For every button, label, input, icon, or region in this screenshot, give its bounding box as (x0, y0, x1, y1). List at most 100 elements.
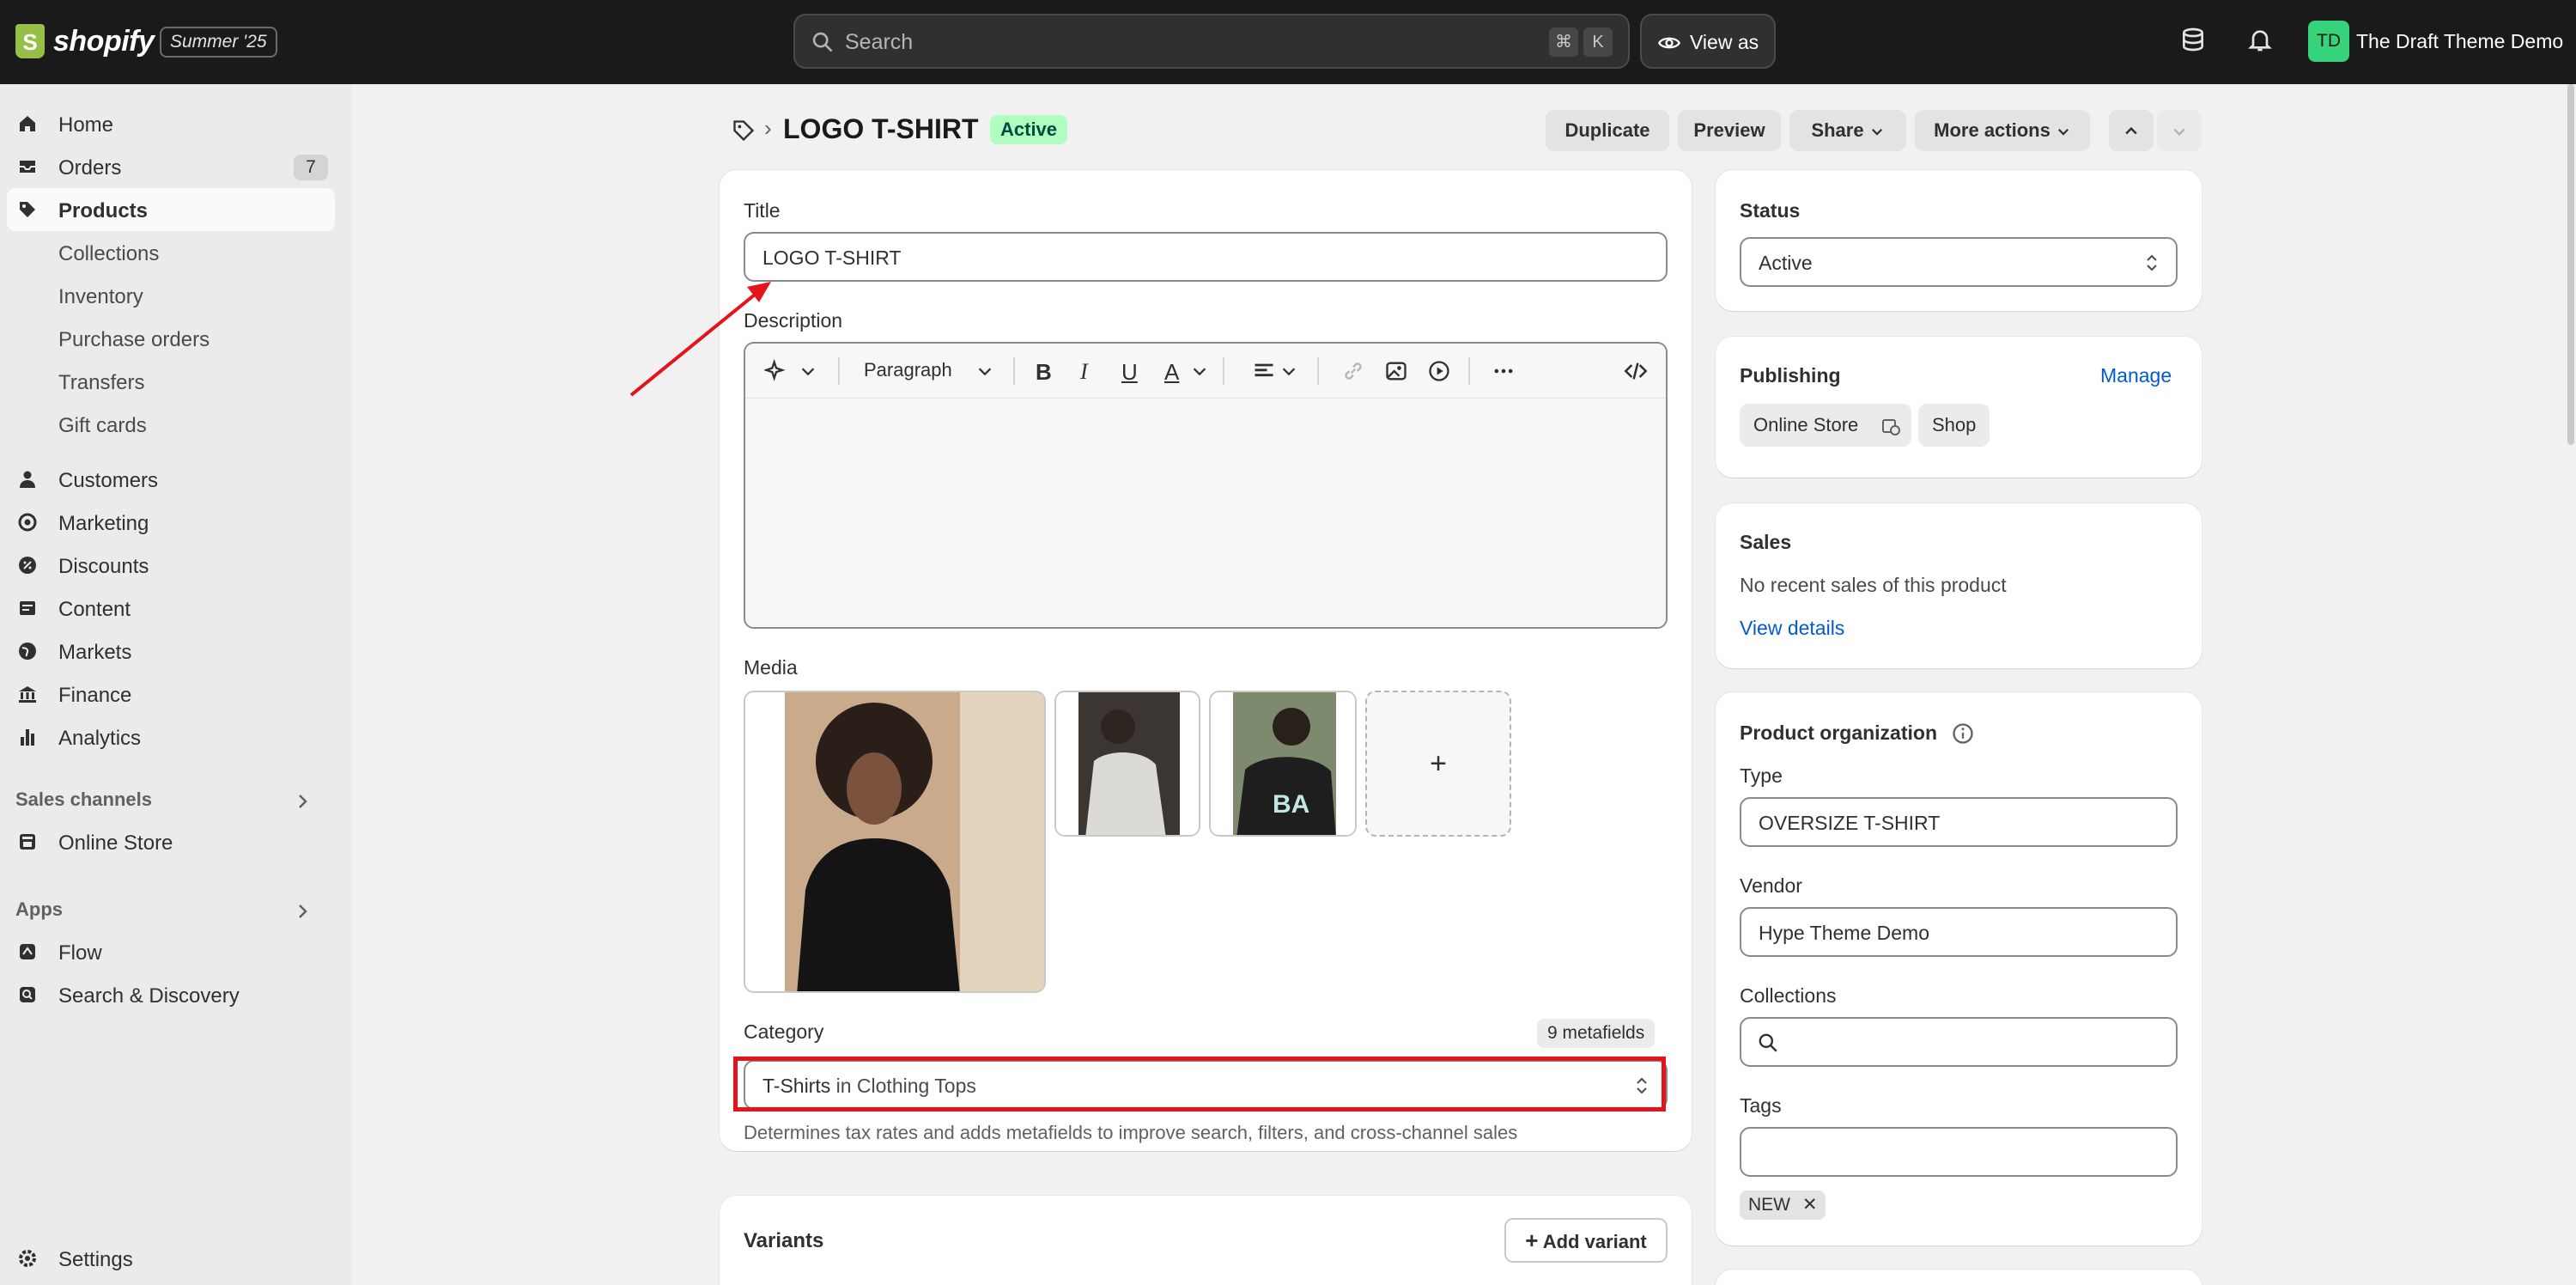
channel-online-store[interactable]: Online Store (1740, 404, 1911, 447)
breadcrumb-separator: › (764, 115, 772, 141)
sidebar-item-online-store[interactable]: Online Store (7, 820, 335, 863)
sidebar-item-analytics[interactable]: Analytics (7, 716, 335, 758)
shortcut-k-key: K (1583, 27, 1613, 57)
sidebar-item-products[interactable]: Products (7, 188, 335, 231)
sidebar-item-collections[interactable]: Collections (7, 231, 335, 274)
next-card (1716, 1270, 2202, 1285)
status-select[interactable]: Active (1740, 237, 2178, 287)
sidebar-item-label: Home (58, 113, 114, 137)
sidebar-item-label: Analytics (58, 727, 142, 750)
sidebar-item-finance[interactable]: Finance (7, 673, 335, 716)
sidebar-item-label: Flow (58, 941, 102, 965)
sidebar-item-settings[interactable]: Settings (7, 1237, 335, 1280)
metafields-badge[interactable]: 9 metafields (1537, 1019, 1656, 1048)
sidebar-item-home[interactable]: Home (7, 102, 335, 145)
sidebar-item-label: Collections (58, 242, 160, 265)
align-icon[interactable] (1252, 359, 1276, 383)
view-details-link[interactable]: View details (1740, 617, 1844, 640)
sidebar-item-purchase-orders[interactable]: Purchase orders (7, 317, 335, 360)
image-icon[interactable] (1384, 359, 1408, 383)
sidebar-item-gift-cards[interactable]: Gift cards (7, 403, 335, 446)
underline-icon[interactable]: U (1121, 359, 1138, 386)
view-as-button[interactable]: View as (1640, 14, 1776, 69)
code-icon[interactable] (1623, 359, 1649, 383)
tag-icon (20, 202, 35, 217)
link-icon[interactable] (1341, 359, 1365, 383)
database-icon[interactable] (2179, 26, 2207, 53)
sidebar-item-flow[interactable]: Flow (7, 930, 335, 973)
globe-icon (19, 642, 36, 660)
media-thumbnail[interactable] (744, 691, 1046, 993)
channel-shop[interactable]: Shop (1918, 404, 1990, 447)
add-media-button[interactable]: + (1365, 691, 1511, 837)
more-actions-label: More actions (1934, 119, 2050, 141)
channel-label: Online Store (1753, 414, 1859, 435)
more-actions-button[interactable]: More actions (1915, 110, 2090, 151)
sidebar-item-customers[interactable]: Customers (7, 458, 335, 501)
sidebar-item-inventory[interactable]: Inventory (7, 274, 335, 317)
description-text-area[interactable] (745, 399, 1666, 627)
sidebar-item-label: Settings (58, 1248, 133, 1271)
sidebar-item-transfers[interactable]: Transfers (7, 360, 335, 403)
bold-icon[interactable]: B (1036, 359, 1052, 386)
shopify-wordmark: shopify (53, 24, 155, 58)
calendar-clock-icon (1882, 419, 1900, 435)
video-icon[interactable] (1427, 359, 1451, 383)
close-icon[interactable]: ✕ (1802, 1195, 1818, 1215)
manage-link[interactable]: Manage (2100, 364, 2172, 387)
chevron-down-icon[interactable] (975, 359, 994, 383)
type-value: OVERSIZE T-SHIRT (1759, 812, 1941, 834)
sidebar-item-markets[interactable]: Markets (7, 630, 335, 673)
collections-input[interactable] (1740, 1017, 2178, 1067)
sidebar-item-discounts[interactable]: Discounts (7, 544, 335, 587)
preview-button[interactable]: Preview (1678, 110, 1781, 151)
tag-label: NEW (1748, 1195, 1790, 1215)
annotation-highlight-box (733, 1057, 1666, 1111)
svg-text:BA: BA (1273, 790, 1309, 819)
search-bar[interactable]: Search ⌘ K (793, 14, 1630, 69)
tag-icon[interactable] (732, 119, 756, 143)
title-input[interactable]: LOGO T-SHIRT (744, 232, 1668, 282)
paragraph-format-select[interactable]: Paragraph (864, 359, 952, 381)
chevron-down-icon[interactable] (1190, 359, 1209, 383)
sidebar-item-label: Search & Discovery (58, 984, 240, 1008)
previous-product-button[interactable] (2109, 110, 2154, 151)
toolbar-divider (1013, 357, 1015, 385)
type-input[interactable]: OVERSIZE T-SHIRT (1740, 797, 2178, 847)
italic-icon[interactable]: I (1080, 359, 1088, 385)
text-color-icon[interactable]: A (1164, 359, 1179, 386)
shopify-logo[interactable]: S shopify (15, 24, 155, 58)
media-thumbnail[interactable]: BA (1209, 691, 1357, 837)
sidebar-item-content[interactable]: Content (7, 587, 335, 630)
chevron-down-icon[interactable] (799, 359, 817, 383)
description-editor[interactable]: Paragraph B I U A (744, 342, 1668, 629)
store-name[interactable]: The Draft Theme Demo (2356, 30, 2563, 53)
share-label: Share (1811, 119, 1864, 141)
chevron-down-icon[interactable] (1279, 359, 1298, 383)
next-product-button[interactable] (2157, 110, 2202, 151)
sidebar-item-search-discovery[interactable]: Search & Discovery (7, 973, 335, 1016)
sidebar-item-orders[interactable]: Orders 7 (7, 145, 335, 188)
vendor-input[interactable]: Hype Theme Demo (1740, 907, 2178, 957)
sidebar-item-marketing[interactable]: Marketing (7, 501, 335, 544)
status-badge: Active (990, 115, 1068, 144)
search-icon (1759, 1033, 1777, 1052)
store-avatar[interactable]: TD (2308, 21, 2349, 62)
share-button[interactable]: Share (1789, 110, 1906, 151)
info-icon[interactable] (1951, 722, 1975, 746)
plus-icon: + (1525, 1227, 1539, 1253)
top-bar: S shopify Summer '25 Search ⌘ K View as … (0, 0, 2576, 84)
title-value: LOGO T-SHIRT (762, 247, 902, 269)
product-details-card (720, 170, 1692, 1151)
chevron-right-icon[interactable] (292, 791, 313, 812)
duplicate-button[interactable]: Duplicate (1546, 110, 1669, 151)
chevron-right-icon[interactable] (292, 901, 313, 922)
more-horizontal-icon[interactable] (1491, 359, 1516, 383)
toolbar-divider (1223, 357, 1224, 385)
page-scrollbar[interactable] (2567, 84, 2574, 445)
add-variant-button[interactable]: + Add variant (1504, 1218, 1668, 1263)
tags-input[interactable] (1740, 1127, 2178, 1177)
bell-icon[interactable] (2246, 26, 2274, 53)
edition-badge[interactable]: Summer '25 (160, 27, 277, 58)
media-thumbnail[interactable] (1054, 691, 1200, 837)
